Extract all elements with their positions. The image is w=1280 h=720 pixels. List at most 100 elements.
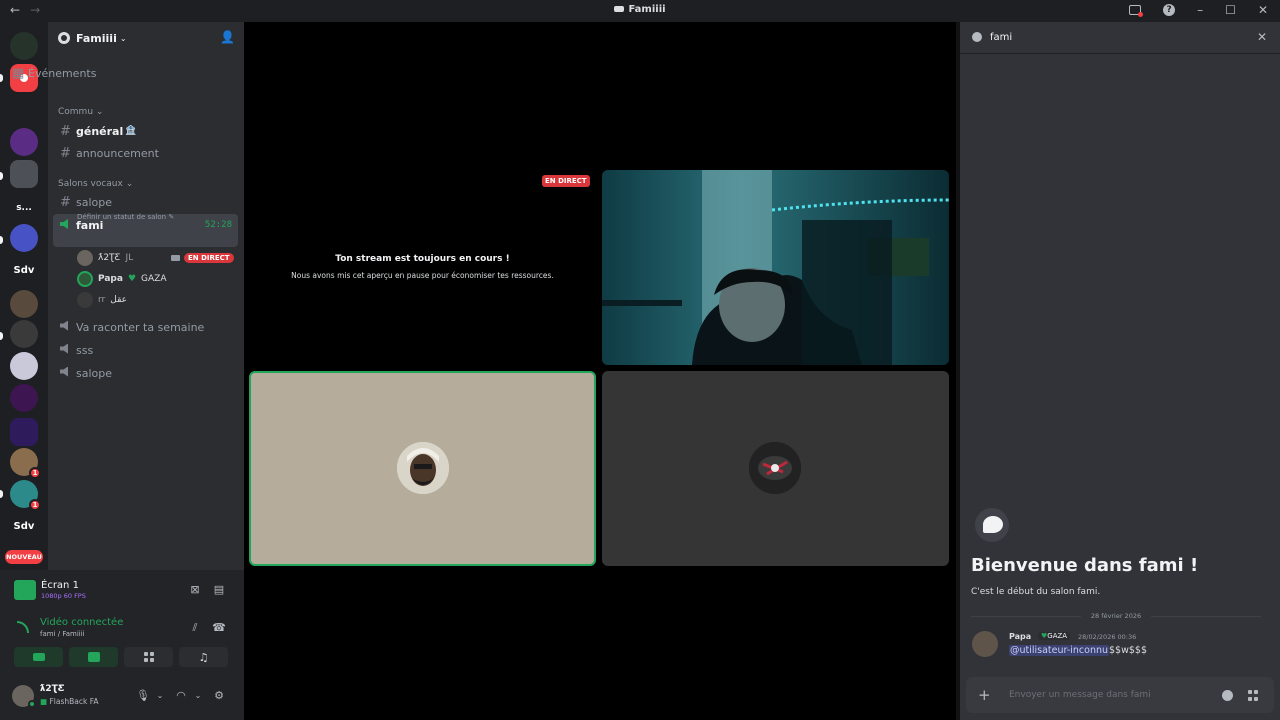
inbox-icon[interactable]	[1129, 5, 1144, 17]
camera-feed	[602, 170, 949, 365]
notification-badge: 1	[29, 499, 41, 511]
stream-quality: 1080p 60 FPS	[41, 592, 86, 600]
unread-pill	[0, 172, 3, 180]
disconnect-icon[interactable]: ☎	[212, 621, 226, 635]
stop-stream-icon[interactable]: ⊠	[188, 583, 202, 597]
avatar	[749, 442, 801, 494]
voice-user[interactable]: rr عقل	[77, 291, 127, 309]
live-badge: EN DIRECT	[542, 175, 590, 187]
user-mention[interactable]: @utilisateur-inconnu	[1009, 645, 1110, 656]
server-icon-sdv-1[interactable]: Sdv	[10, 256, 38, 284]
maximize-button[interactable]: ☐	[1225, 3, 1236, 17]
guild-tag: ♥GAZA	[1038, 632, 1071, 640]
unread-pill	[0, 332, 3, 340]
welcome-subtitle: C'est le début du salon fami.	[971, 587, 1101, 597]
channel-announcement[interactable]: # announcement	[53, 142, 238, 164]
voice-user[interactable]: Papa ♥ GAZA	[77, 270, 166, 288]
avatar	[77, 271, 93, 287]
window-controls: ? – ☐ ✕	[1129, 3, 1268, 17]
avatar	[397, 442, 449, 494]
server-icon-9[interactable]	[10, 290, 38, 318]
server-icon-15[interactable]: 1	[10, 480, 41, 511]
avatar	[77, 292, 93, 308]
channel-status-hint[interactable]: Définir un statut de salon ✎	[77, 213, 174, 221]
chevron-down-icon[interactable]: ⌄	[191, 689, 205, 703]
headphones-icon[interactable]: ◠	[174, 689, 188, 703]
stream-settings-icon[interactable]: ▤	[212, 583, 226, 597]
server-icon-13[interactable]	[10, 418, 38, 446]
voice-user[interactable]: ƛ2ƮƸ JL	[77, 249, 133, 267]
screen-share-thumbnail[interactable]	[14, 580, 36, 600]
unread-pill	[0, 74, 3, 82]
guild-name: Famiiii	[76, 31, 117, 45]
stream-paused-title: Ton stream est toujours en cours !	[335, 254, 510, 264]
notification-badge: 1	[29, 467, 41, 479]
live-badge: EN DIRECT	[184, 253, 234, 263]
voice-channel-salope-2[interactable]: salope	[53, 362, 238, 384]
server-icon-10[interactable]	[10, 320, 38, 348]
title-bar: ← → Famiiii ? – ☐ ✕	[0, 0, 1280, 22]
voice-location[interactable]: fami / Famiiii	[40, 630, 85, 638]
soundboard-button[interactable]: ♫	[179, 647, 228, 667]
channel-general[interactable]: # général 🏦	[53, 120, 238, 142]
events-item[interactable]: ▦ Événements	[5, 62, 190, 84]
camera-button[interactable]	[14, 647, 63, 667]
activities-icon	[143, 652, 154, 662]
new-badge[interactable]: NOUVEAU	[5, 550, 43, 564]
chat-bubble-icon	[972, 32, 982, 42]
voice-status: Vidéo connectée	[40, 617, 124, 628]
server-icon-6[interactable]: s...	[10, 194, 38, 222]
username[interactable]: ƛ2ƮƸ	[40, 684, 65, 694]
noise-suppression-icon[interactable]: ⫽	[188, 621, 202, 635]
welcome-title: Bienvenue dans fami !	[971, 555, 1199, 576]
participant-tile[interactable]	[602, 371, 949, 566]
voice-channel-va-raconter[interactable]: Va raconter ta semaine	[53, 316, 238, 338]
help-icon[interactable]: ?	[1163, 4, 1176, 16]
server-icon-11[interactable]	[10, 352, 38, 380]
message-author[interactable]: Papa	[1009, 632, 1031, 641]
chevron-down-icon[interactable]: ⌄	[153, 689, 167, 703]
guild-header[interactable]: Famiiii ⌄	[48, 22, 244, 54]
server-icon-sdv-2[interactable]: Sdv	[10, 512, 38, 540]
message-timestamp: 28/02/2026 00:36	[1078, 633, 1137, 641]
voice-channel-sss[interactable]: sss	[53, 339, 238, 361]
message-body: @utilisateur-inconnu$$w$$$	[1009, 645, 1148, 656]
call-timer: 52:28	[204, 220, 232, 230]
activities-button[interactable]	[124, 647, 173, 667]
participant-tile-speaking[interactable]	[249, 371, 596, 566]
emoji-icon[interactable]	[1222, 690, 1233, 701]
server-icon-3[interactable]	[10, 98, 38, 114]
chevron-down-icon: ⌄	[119, 33, 127, 43]
close-icon[interactable]: ✕	[1257, 30, 1267, 44]
heart-icon: ♥	[127, 274, 137, 284]
add-attachment-icon[interactable]: +	[978, 686, 991, 704]
add-member-icon[interactable]: 👤	[220, 30, 235, 44]
message-input[interactable]: Envoyer un message dans fami	[1009, 690, 1151, 700]
camera-tile[interactable]	[602, 170, 949, 365]
screen-share-button[interactable]	[69, 647, 118, 667]
avatar[interactable]	[972, 631, 998, 657]
stream-tile[interactable]	[249, 170, 596, 365]
voice-channel-salope[interactable]: # salope	[53, 191, 238, 213]
unread-pill	[0, 490, 3, 498]
chat-bubble-icon	[983, 516, 1003, 533]
gear-icon[interactable]: ⚙	[212, 689, 226, 703]
server-icon-1[interactable]	[10, 32, 38, 60]
minimize-button[interactable]: –	[1197, 3, 1203, 17]
server-icon-14[interactable]: 1	[10, 448, 41, 479]
close-window-button[interactable]: ✕	[1258, 3, 1268, 17]
guild-icon	[58, 32, 70, 44]
category-salons-vocaux[interactable]: Salons vocaux ⌄	[58, 179, 133, 189]
server-icon-7[interactable]	[10, 224, 38, 252]
server-icon-4[interactable]	[10, 128, 38, 156]
server-icon-12[interactable]	[10, 384, 38, 412]
speaker-icon	[60, 219, 76, 232]
hash-icon: #	[60, 123, 71, 139]
user-status: ■ FlashBack FA	[40, 697, 99, 706]
server-icon-5[interactable]	[10, 160, 38, 188]
screen-share-icon	[87, 652, 100, 662]
microphone-icon[interactable]: 🎙	[136, 689, 150, 703]
apps-icon[interactable]	[1248, 690, 1259, 701]
online-status-dot	[28, 700, 36, 708]
category-commu[interactable]: Commu ⌄	[58, 107, 103, 117]
